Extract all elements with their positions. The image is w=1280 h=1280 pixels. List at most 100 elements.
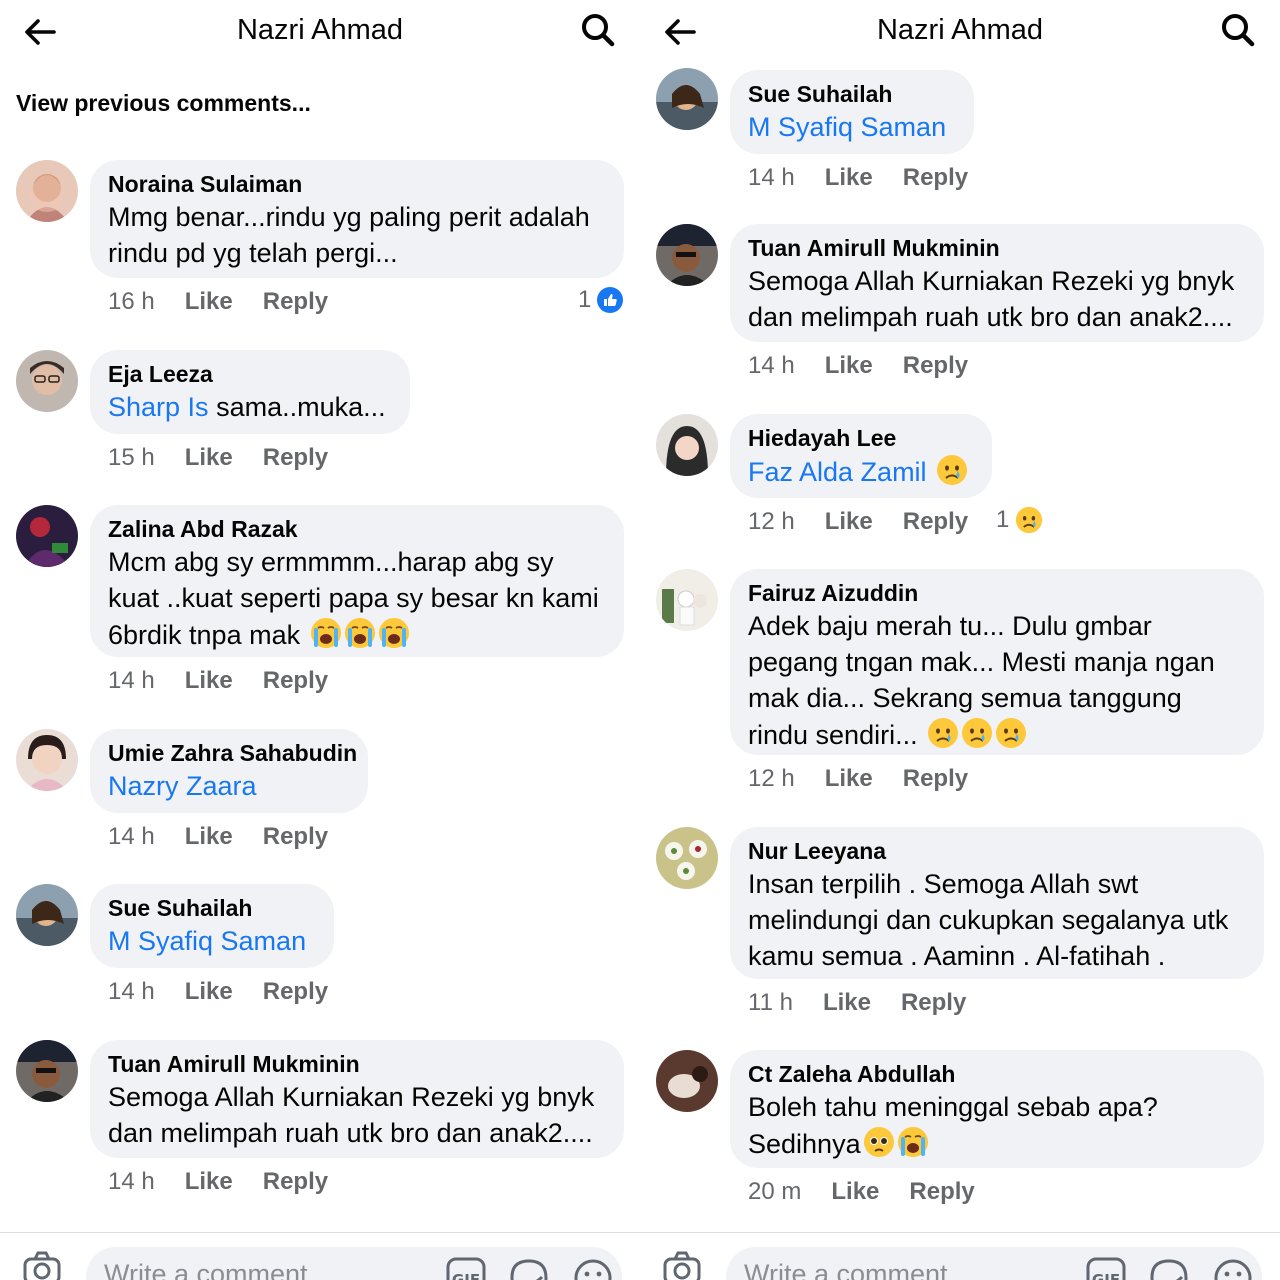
crying-face-icon (378, 617, 410, 649)
mention-link[interactable]: Nazry Zaara (108, 771, 257, 801)
reply-button[interactable]: Reply (903, 765, 968, 793)
sticker-icon[interactable] (508, 1257, 550, 1280)
avatar[interactable] (656, 414, 718, 476)
like-button[interactable]: Like (825, 352, 873, 380)
comment-text-line: kamu semua . Aaminn . Al-fatihah . (748, 941, 1166, 971)
comment-text: M Syafiq Saman (748, 110, 956, 144)
reaction-summary[interactable]: 1 (578, 286, 624, 314)
comment-meta: 14 h Like Reply (108, 667, 358, 695)
comment-text: M Syafiq Saman (108, 924, 316, 958)
comment-bubble: Ct Zaleha Abdullah Boleh tahu meninggal … (730, 1050, 1264, 1168)
like-button[interactable]: Like (831, 1178, 879, 1206)
search-icon[interactable] (578, 10, 618, 50)
search-icon[interactable] (1218, 10, 1258, 50)
comment-meta: 12 h Like Reply (748, 508, 998, 536)
like-button[interactable]: Like (185, 444, 233, 472)
comment-time: 14 h (748, 164, 795, 191)
comment-bubble: Sue Suhailah M Syafiq Saman (730, 70, 974, 154)
avatar[interactable] (656, 569, 718, 631)
reply-button[interactable]: Reply (909, 1178, 974, 1206)
comment-author[interactable]: Sue Suhailah (108, 894, 316, 922)
reaction-summary[interactable]: 1 (996, 506, 1043, 534)
comment-text-last-line: rindu sendiri... (748, 717, 1246, 752)
comment-text-line: kuat ..kuat seperti papa sy besar kn kam… (108, 583, 599, 613)
comment-author[interactable]: Eja Leeza (108, 360, 392, 388)
gif-icon[interactable]: GIF (446, 1257, 486, 1280)
like-button[interactable]: Like (825, 164, 873, 192)
emoji-icon[interactable] (572, 1257, 614, 1280)
view-previous-comments-link[interactable]: View previous comments... (16, 90, 311, 117)
comment-input-placeholder[interactable]: Write a comment... (744, 1259, 970, 1280)
comment-text-last-line: Sedihnya (748, 1126, 1246, 1161)
avatar[interactable] (16, 729, 78, 791)
emoji-icon[interactable] (1212, 1257, 1254, 1280)
camera-icon[interactable] (22, 1249, 62, 1280)
comment-author[interactable]: Fairuz Aizuddin (748, 579, 1246, 607)
comment-author[interactable]: Tuan Amirull Mukminin (748, 234, 1246, 262)
comment-time: 14 h (748, 352, 795, 379)
comment-text: Sharp Is sama..muka... (108, 390, 392, 424)
comment-time: 12 h (748, 765, 795, 792)
comment-author[interactable]: Ct Zaleha Abdullah (748, 1060, 1246, 1088)
like-button[interactable]: Like (185, 978, 233, 1006)
comment-time: 14 h (108, 667, 155, 694)
reply-button[interactable]: Reply (263, 823, 328, 851)
sad-face-icon (936, 454, 968, 486)
like-button[interactable]: Like (825, 508, 873, 536)
comment-time: 20 m (748, 1178, 802, 1205)
avatar[interactable] (656, 827, 718, 889)
comment-time: 15 h (108, 444, 155, 471)
comment-author[interactable]: Tuan Amirull Mukminin (108, 1050, 606, 1078)
reply-button[interactable]: Reply (263, 667, 328, 695)
avatar[interactable] (16, 1040, 78, 1102)
comment-meta: 11 h Like Reply (748, 989, 996, 1017)
comment-bubble: Hiedayah Lee Faz Alda Zamil (730, 414, 992, 498)
like-button[interactable]: Like (185, 288, 233, 316)
crying-face-icon (897, 1126, 929, 1158)
comment-meta: 20 m Like Reply (748, 1178, 1005, 1206)
avatar[interactable] (656, 1050, 718, 1112)
reaction-count: 1 (578, 286, 592, 313)
like-button[interactable]: Like (823, 989, 871, 1017)
comment-text: Nazry Zaara (108, 769, 350, 803)
reply-button[interactable]: Reply (263, 288, 328, 316)
reply-button[interactable]: Reply (263, 978, 328, 1006)
comment-text-line: Insan terpilih . Semoga Allah swt (748, 869, 1139, 899)
comment-meta: 14 h Like Reply (108, 823, 358, 851)
mention-link[interactable]: Faz Alda Zamil (748, 457, 927, 487)
reply-button[interactable]: Reply (263, 444, 328, 472)
reply-button[interactable]: Reply (901, 989, 966, 1017)
avatar[interactable] (16, 350, 78, 412)
sad-face-icon (995, 717, 1027, 749)
comment-author[interactable]: Umie Zahra Sahabudin (108, 739, 357, 767)
gif-icon[interactable]: GIF (1086, 1257, 1126, 1280)
comment-author[interactable]: Hiedayah Lee (748, 424, 974, 452)
reply-button[interactable]: Reply (903, 508, 968, 536)
like-button[interactable]: Like (185, 823, 233, 851)
comment-author[interactable]: Nur Leeyana (748, 837, 1246, 865)
comment-text-line: Boleh tahu meninggal sebab apa? (748, 1092, 1158, 1122)
sticker-icon[interactable] (1148, 1257, 1190, 1280)
comment-text-line: Sedihnya (748, 1129, 861, 1159)
mention-link[interactable]: M Syafiq Saman (748, 112, 946, 142)
avatar[interactable] (656, 224, 718, 286)
comment-author[interactable]: Zalina Abd Razak (108, 515, 606, 543)
avatar[interactable] (16, 505, 78, 567)
like-button[interactable]: Like (185, 1168, 233, 1196)
mention-link[interactable]: Sharp Is (108, 392, 209, 422)
comment-input-placeholder[interactable]: Write a comment... (104, 1259, 330, 1280)
comment-author[interactable]: Sue Suhailah (748, 80, 956, 108)
avatar[interactable] (656, 68, 718, 130)
avatar[interactable] (16, 884, 78, 946)
mention-link[interactable]: M Syafiq Saman (108, 926, 306, 956)
reply-button[interactable]: Reply (903, 164, 968, 192)
like-button[interactable]: Like (825, 765, 873, 793)
reply-button[interactable]: Reply (903, 352, 968, 380)
avatar[interactable] (16, 160, 78, 222)
camera-icon[interactable] (662, 1249, 702, 1280)
reply-button[interactable]: Reply (263, 1168, 328, 1196)
like-button[interactable]: Like (185, 667, 233, 695)
comment-text-after-mention: sama..muka... (208, 392, 386, 422)
comment-author[interactable]: Noraina Sulaiman (108, 170, 606, 198)
comment-bubble: Sue Suhailah M Syafiq Saman (90, 884, 334, 968)
